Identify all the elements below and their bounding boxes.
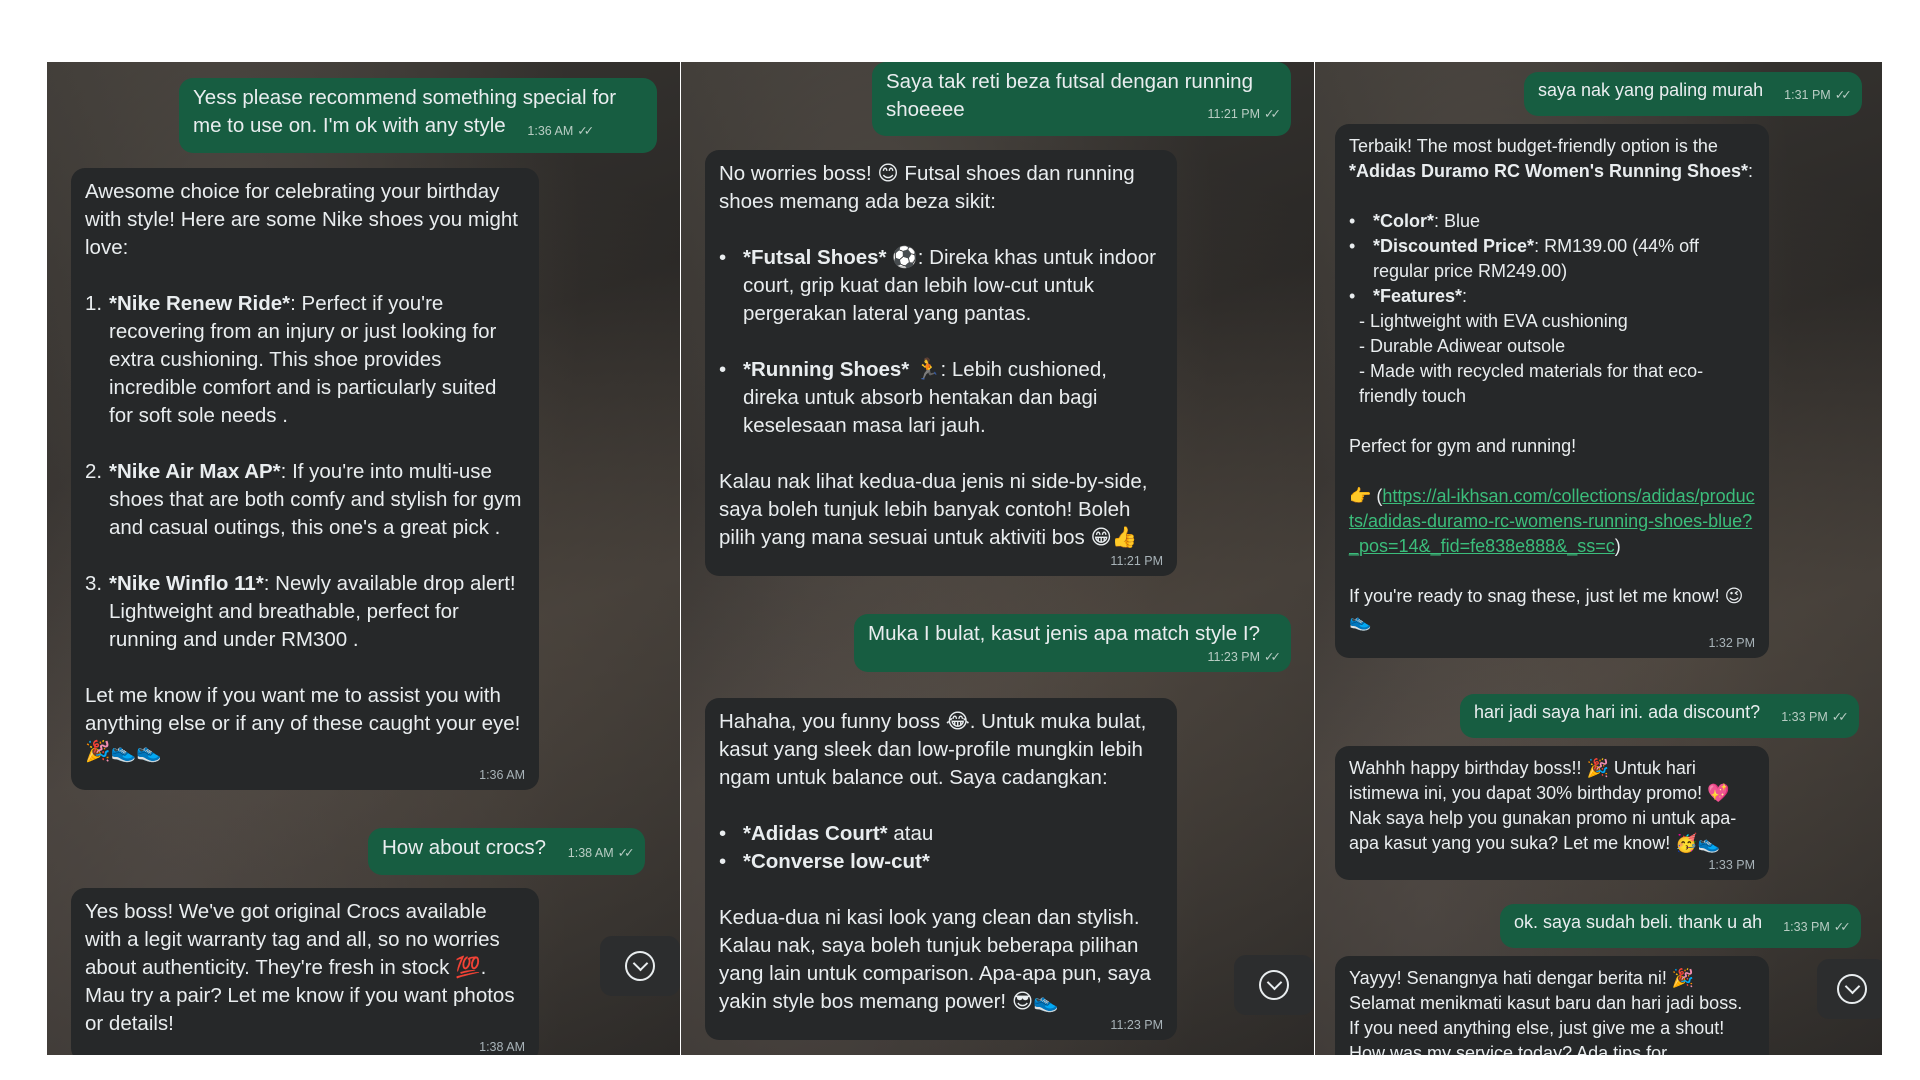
- list-item: 3. *Nike Winflo 11*: Newly available dro…: [85, 570, 525, 654]
- message-text: Muka I bulat, kasut jenis apa match styl…: [868, 622, 1260, 645]
- item-title: *Converse low-cut*: [743, 850, 930, 873]
- message-text: Perfect for gym and running!: [1349, 436, 1577, 456]
- outgoing-message[interactable]: ok. saya sudah beli. thank u ah 1:33 PM ✓…: [1500, 904, 1861, 948]
- list-item: • *Discounted Price*: RM139.00 (44% off …: [1349, 236, 1699, 281]
- double-check-icon: ✓✓: [577, 124, 594, 138]
- message-time: 1:33 PM: [1781, 710, 1828, 724]
- double-check-icon: ✓✓: [617, 846, 635, 860]
- message-text: How about crocs?: [382, 836, 547, 859]
- incoming-message[interactable]: Hahaha, you funny boss 😂. Untuk muka bul…: [705, 698, 1177, 1040]
- message-time: 1:33 PM: [1708, 858, 1755, 872]
- item-title: *Futsal Shoes*: [743, 246, 887, 269]
- message-intro: Hahaha, you funny boss 😂. Untuk muka bul…: [719, 710, 1147, 789]
- chat-panel-3[interactable]: saya nak yang paling murah 1:31 PM ✓✓ Ter…: [1315, 62, 1882, 1055]
- double-check-icon: ✓✓: [1831, 710, 1849, 724]
- chevron-down-icon: [1259, 970, 1289, 1000]
- chevron-down-icon: [1837, 974, 1867, 1004]
- message-outro: Kedua-dua ni kasi look yang clean dan st…: [719, 906, 1151, 1013]
- item-title: *Nike Air Max AP*: [109, 460, 281, 483]
- list-item: • *Features*:: [1349, 286, 1468, 306]
- chevron-down-icon: [625, 951, 655, 981]
- scroll-down-button[interactable]: [600, 936, 680, 996]
- list-item: • *Running Shoes* 🏃: Lebih cushioned, di…: [719, 358, 1107, 437]
- scroll-down-button[interactable]: [1817, 959, 1882, 1019]
- list-item: • *Futsal Shoes* ⚽: Direka khas untuk in…: [719, 246, 1156, 325]
- outgoing-message[interactable]: Saya tak reti beza futsal dengan running…: [872, 62, 1291, 136]
- item-title: *Nike Renew Ride*: [109, 292, 291, 315]
- double-check-icon: ✓✓: [1833, 920, 1851, 934]
- message-time: 1:31 PM: [1784, 88, 1831, 102]
- incoming-message[interactable]: No worries boss! 😊 Futsal shoes dan runn…: [705, 150, 1177, 576]
- item-desc: atau: [887, 822, 934, 845]
- message-text: hari jadi saya hari ini. ada discount?: [1474, 702, 1761, 722]
- message-meta: 1:33 PM ✓✓: [1783, 915, 1851, 940]
- item-title: *Nike Winflo 11*: [109, 572, 264, 595]
- message-outro: Let me know if you want me to assist you…: [85, 684, 521, 763]
- item-title: *Discounted Price*: [1373, 236, 1535, 256]
- item-title: *Color*: [1373, 211, 1435, 231]
- incoming-message[interactable]: Terbaik! The most budget-friendly option…: [1335, 124, 1769, 658]
- message-time: 1:38 AM: [567, 846, 614, 860]
- message-time: 1:32 PM: [1708, 636, 1755, 650]
- double-check-icon: ✓✓: [1264, 650, 1281, 664]
- message-time: 11:23 PM: [1110, 1018, 1163, 1032]
- message-meta: 1:33 PM ✓✓: [1781, 705, 1849, 730]
- link-line: 👉 (https://al-ikhsan.com/collections/adi…: [1349, 486, 1755, 556]
- message-meta: 1:36 AM ✓✓: [527, 117, 594, 145]
- message-text: ok. saya sudah beli. thank u ah: [1514, 912, 1763, 932]
- message-text: Yayyy! Senangnya hati dengar berita ni! …: [1349, 968, 1743, 1055]
- outgoing-message[interactable]: How about crocs? 1:38 AM ✓✓: [368, 828, 645, 875]
- message-time: 11:21 PM: [1207, 107, 1261, 121]
- message-outro: If you're ready to snag these, just let …: [1349, 586, 1744, 631]
- incoming-message[interactable]: Yayyy! Senangnya hati dengar berita ni! …: [1335, 956, 1769, 1055]
- message-intro: Awesome choice for celebrating your birt…: [85, 180, 518, 259]
- incoming-message[interactable]: Yes boss! We've got original Crocs avail…: [71, 888, 539, 1055]
- scroll-down-button[interactable]: [1234, 955, 1314, 1015]
- message-intro: No worries boss! 😊 Futsal shoes dan runn…: [719, 162, 1135, 213]
- feature-line: - Durable Adiwear outsole: [1359, 336, 1566, 356]
- message-text: Saya tak reti beza futsal dengan running…: [886, 70, 1253, 121]
- message-time: 1:36 AM: [479, 768, 525, 782]
- message-outro: Kalau nak lihat kedua-dua jenis ni side-…: [719, 470, 1148, 549]
- double-check-icon: ✓✓: [1834, 88, 1852, 102]
- message-time: 1:33 PM: [1783, 920, 1830, 934]
- feature-line: - Made with recycled materials for that …: [1359, 361, 1704, 406]
- message-text: saya nak yang paling murah: [1538, 80, 1764, 100]
- outgoing-message[interactable]: Yess please recommend something special …: [179, 78, 657, 153]
- message-text: Wahhh happy birthday boss!! 🎉 Untuk hari…: [1349, 758, 1737, 853]
- list-number: 2.: [85, 460, 103, 483]
- message-text: Yes boss! We've got original Crocs avail…: [85, 900, 515, 1035]
- list-item: • *Adidas Court* atau: [719, 822, 934, 845]
- list-number: 3.: [85, 572, 103, 595]
- item-title: *Features*: [1373, 286, 1463, 306]
- message-meta: 11:23 PM ✓✓: [868, 650, 1281, 664]
- message-time: 1:36 AM: [527, 124, 574, 138]
- item-title: *Adidas Court*: [743, 822, 888, 845]
- feature-line: - Lightweight with EVA cushioning: [1359, 311, 1628, 331]
- item-title: *Running Shoes*: [743, 358, 910, 381]
- product-link[interactable]: https://al-ikhsan.com/collections/adidas…: [1349, 486, 1755, 556]
- item-desc: :: [1462, 286, 1468, 306]
- message-time: 11:21 PM: [1110, 554, 1163, 568]
- list-number: 1.: [85, 292, 103, 315]
- message-meta: 1:31 PM ✓✓: [1784, 83, 1852, 108]
- message-meta: 11:21 PM ✓✓: [1207, 100, 1281, 128]
- list-item: 2. *Nike Air Max AP*: If you're into mul…: [85, 458, 525, 542]
- chat-panel-2[interactable]: Saya tak reti beza futsal dengan running…: [681, 62, 1314, 1055]
- double-check-icon: ✓✓: [1264, 107, 1281, 121]
- message-time: 11:23 PM: [1207, 650, 1261, 664]
- chat-panel-1[interactable]: Yess please recommend something special …: [47, 62, 680, 1055]
- list-item: • *Color*: Blue: [1349, 211, 1481, 231]
- message-intro: Terbaik! The most budget-friendly option…: [1349, 136, 1754, 181]
- list-item: • *Converse low-cut*: [719, 850, 930, 873]
- list-item: 1. *Nike Renew Ride*: Perfect if you're …: [85, 290, 525, 430]
- item-desc: : Blue: [1434, 211, 1481, 231]
- outgoing-message[interactable]: Muka I bulat, kasut jenis apa match styl…: [854, 614, 1291, 672]
- incoming-message[interactable]: Awesome choice for celebrating your birt…: [71, 168, 539, 790]
- outgoing-message[interactable]: saya nak yang paling murah 1:31 PM ✓✓: [1524, 72, 1862, 116]
- outgoing-message[interactable]: hari jadi saya hari ini. ada discount? 1…: [1460, 694, 1859, 738]
- message-time: 1:38 AM: [479, 1040, 525, 1054]
- incoming-message[interactable]: Wahhh happy birthday boss!! 🎉 Untuk hari…: [1335, 746, 1769, 880]
- message-meta: 1:38 AM ✓✓: [567, 839, 635, 867]
